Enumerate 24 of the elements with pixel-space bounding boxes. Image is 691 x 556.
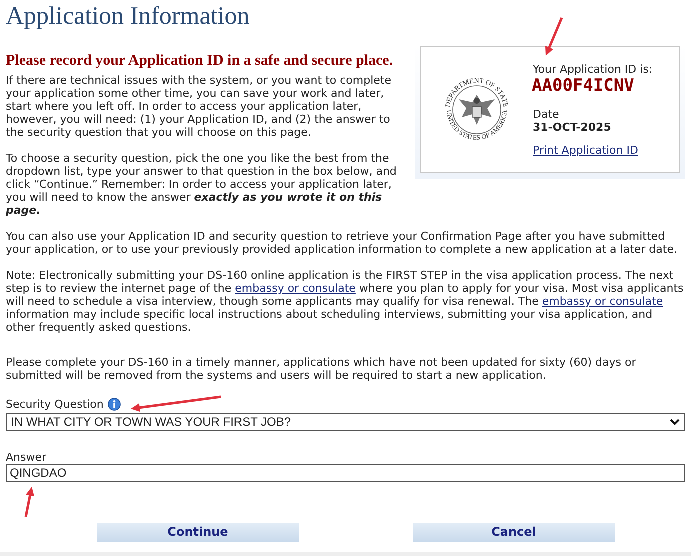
paragraph: You can also use your Application ID and security question to retrieve your Confirmation Page after you have submitted your application, or to use your previously provided application information to complete a new application at a later date. — [6, 230, 678, 256]
annotation-arrow — [24, 487, 34, 518]
print-link[interactable]: Print Application ID — [533, 144, 653, 156]
answer-field[interactable]: QINGDAO — [6, 464, 685, 482]
paragraph: Please complete your DS-160 in a timely manner, applications which have not been updated for sixty (60) days or submitted will be removed from the systems and users will be required to start a new application. — [6, 356, 638, 382]
id-label: Your Application ID is: — [533, 62, 653, 76]
field-label: Answer — [6, 451, 47, 464]
info-icon[interactable] — [108, 398, 121, 410]
continue-button[interactable]: Continue — [97, 523, 299, 542]
chevron-down-icon — [670, 418, 680, 426]
notice-heading: Please record your Application ID in a safe and secure place. — [6, 52, 394, 70]
page-title: Application Information — [6, 2, 251, 32]
field-label: Security Question — [6, 398, 104, 410]
date-value: 31-OCT-2025 — [533, 120, 612, 134]
annotation-arrow — [545, 18, 564, 56]
paragraph: Note: Electronically submitting your DS-160 online application is the FIRST STEP in the visa application process. The next step is to review the internet page of the embassy or consulate where you plan to apply for your visa. Most visa applicants will need to schedule a visa interview, though some applicants may qualify for visa renewal. The embassy or consulate information may include specific local instructions about scheduling interviews, submitting your visa application, and other frequently asked questions. — [6, 269, 685, 334]
embassy-link[interactable]: embassy or consulate — [542, 295, 664, 308]
application-id: AA00F4ICNV — [532, 76, 636, 96]
date-label: Date — [533, 108, 560, 120]
cancel-button[interactable]: Cancel — [413, 523, 615, 542]
security-question-dropdown[interactable]: IN WHAT CITY OR TOWN WAS YOUR FIRST JOB? — [6, 413, 685, 431]
embassy-link[interactable]: embassy or consulate — [235, 282, 356, 295]
paragraph: If there are technical issues with the system, or you want to complete your application some other time, you can save your work and later, start where you left off. In order to access your application later, however, you will need: (1) your Application ID, and (2) the answer to the security question that you will choose on this page. — [6, 74, 392, 139]
paragraph: To choose a security question, pick the one you like the best from the dropdown list, type your answer to that question in the box below, and click “Continue.” Remember: In order to access your application later, you will need to know the answer exactly as you wrote it on this page. — [6, 152, 398, 217]
